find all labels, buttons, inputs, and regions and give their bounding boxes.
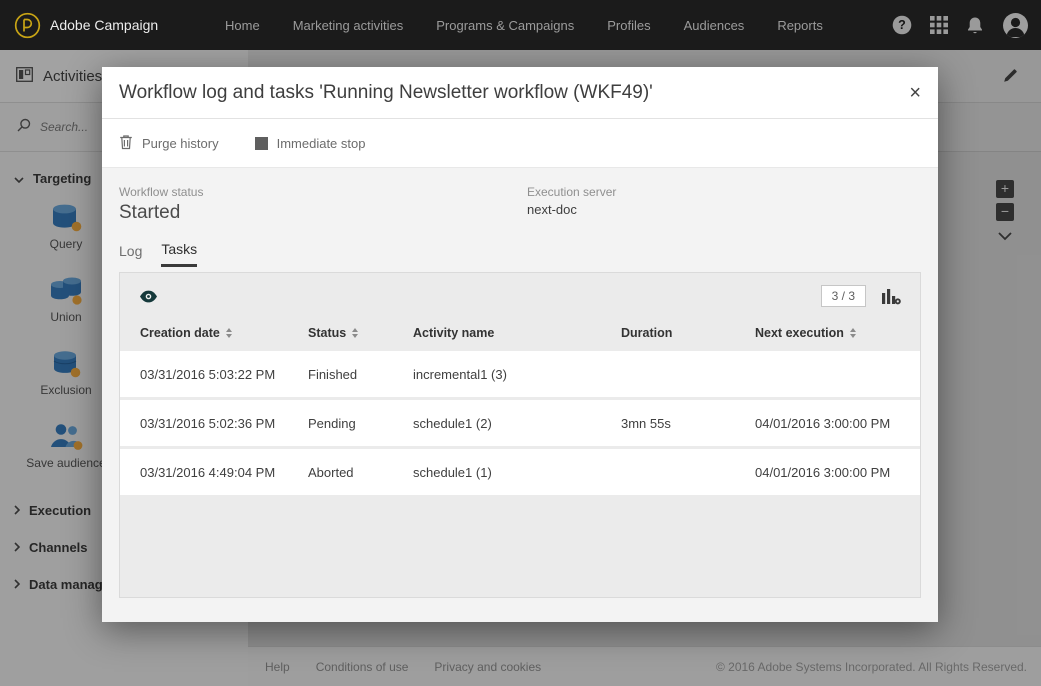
- workflow-status-value: Started: [119, 202, 181, 223]
- table-header-row: Creation date Status Activity name Durat…: [120, 319, 920, 347]
- cell-creation-date: 03/31/2016 4:49:04 PM: [140, 464, 276, 480]
- topnav-item-reports[interactable]: Reports: [777, 18, 823, 33]
- cell-creation-date: 03/31/2016 5:03:22 PM: [140, 366, 276, 382]
- workflow-log-modal: Workflow log and tasks 'Running Newslett…: [102, 67, 938, 622]
- sort-icon[interactable]: [352, 328, 359, 338]
- immediate-stop-label: Immediate stop: [276, 135, 366, 151]
- tab-log[interactable]: Log: [119, 241, 142, 267]
- help-icon[interactable]: ?: [892, 15, 912, 35]
- workflow-status-label: Workflow status: [119, 185, 204, 199]
- table-toolbar-right: 3 / 3: [820, 285, 901, 307]
- column-header-next-execution[interactable]: Next execution: [755, 326, 920, 340]
- column-header-status[interactable]: Status: [308, 326, 413, 340]
- column-header-duration[interactable]: Duration: [621, 326, 755, 340]
- modal-title: Workflow log and tasks 'Running Newslett…: [119, 81, 653, 103]
- stop-icon: [254, 136, 268, 150]
- cell-status: Finished: [308, 366, 358, 382]
- table-rows: 03/31/2016 5:03:22 PM Finished increment…: [120, 351, 920, 495]
- cell-activity-name: schedule1 (2): [413, 415, 492, 431]
- cell-duration: 3mn 55s: [621, 415, 671, 431]
- tab-tasks[interactable]: Tasks: [161, 241, 198, 267]
- cell-status: Pending: [308, 415, 356, 431]
- cell-activity-name: incremental1 (3): [413, 366, 507, 382]
- cell-next-execution: 04/01/2016 3:00:00 PM: [755, 464, 891, 480]
- task-row[interactable]: 03/31/2016 5:02:36 PM Pending schedule1 …: [120, 400, 920, 446]
- topnav-item-profiles[interactable]: Profiles: [607, 18, 650, 33]
- sort-icon[interactable]: [849, 328, 856, 338]
- execution-server-field: Execution server next-doc: [527, 185, 616, 224]
- task-row[interactable]: 03/31/2016 5:03:22 PM Finished increment…: [120, 351, 920, 397]
- configure-columns-icon[interactable]: [881, 288, 901, 305]
- cell-next-execution: 04/01/2016 3:00:00 PM: [755, 415, 891, 431]
- topnav-item-programs-campaigns[interactable]: Programs & Campaigns: [436, 18, 574, 33]
- row-count-badge: 3 / 3: [820, 285, 866, 307]
- apps-grid-icon[interactable]: [930, 16, 948, 34]
- cell-activity-name: schedule1 (1): [413, 464, 492, 480]
- log-tasks-tabs: Log Tasks: [119, 241, 921, 267]
- topbar-icons: ?: [892, 0, 1029, 50]
- cell-creation-date: 03/31/2016 5:02:36 PM: [140, 415, 276, 431]
- topnav-item-audiences[interactable]: Audiences: [684, 18, 745, 33]
- trash-icon: [119, 134, 133, 153]
- svg-text:?: ?: [898, 18, 906, 32]
- topnav-item-home[interactable]: Home: [225, 18, 260, 33]
- primary-nav: Home Marketing activities Programs & Cam…: [225, 0, 823, 50]
- purge-history-label: Purge history: [142, 135, 219, 151]
- workflow-status-field: Workflow status Started: [119, 185, 527, 224]
- modal-body: Workflow status Started Execution server…: [102, 167, 938, 622]
- immediate-stop-button[interactable]: Immediate stop: [254, 135, 366, 151]
- brand-label: Adobe Campaign: [50, 17, 159, 33]
- modal-toolbar: Purge history Immediate stop: [102, 119, 938, 167]
- cell-status: Aborted: [308, 464, 354, 480]
- table-toolbar: 3 / 3: [120, 273, 920, 319]
- column-header-activity-name[interactable]: Activity name: [413, 326, 621, 340]
- execution-server-label: Execution server: [527, 185, 617, 199]
- task-row[interactable]: 03/31/2016 4:49:04 PM Aborted schedule1 …: [120, 449, 920, 495]
- top-navigation-bar: Adobe Campaign Home Marketing activities…: [0, 0, 1041, 50]
- status-row: Workflow status Started Execution server…: [119, 185, 921, 224]
- modal-header: Workflow log and tasks 'Running Newslett…: [102, 67, 938, 119]
- adobe-campaign-logo-icon: [14, 12, 41, 39]
- close-icon[interactable]: ×: [909, 83, 921, 103]
- execution-server-value: next-doc: [527, 202, 577, 217]
- tasks-table-panel: 3 / 3 Creation date Status Activity name…: [119, 272, 921, 598]
- sort-icon[interactable]: [225, 328, 232, 338]
- topnav-item-marketing-activities[interactable]: Marketing activities: [293, 18, 404, 33]
- brand[interactable]: Adobe Campaign: [0, 12, 158, 39]
- column-header-creation-date[interactable]: Creation date: [140, 326, 308, 340]
- user-avatar[interactable]: [1002, 12, 1029, 39]
- notifications-bell-icon[interactable]: [966, 16, 984, 35]
- view-filter-eye-icon[interactable]: [139, 290, 158, 303]
- purge-history-button[interactable]: Purge history: [119, 134, 219, 153]
